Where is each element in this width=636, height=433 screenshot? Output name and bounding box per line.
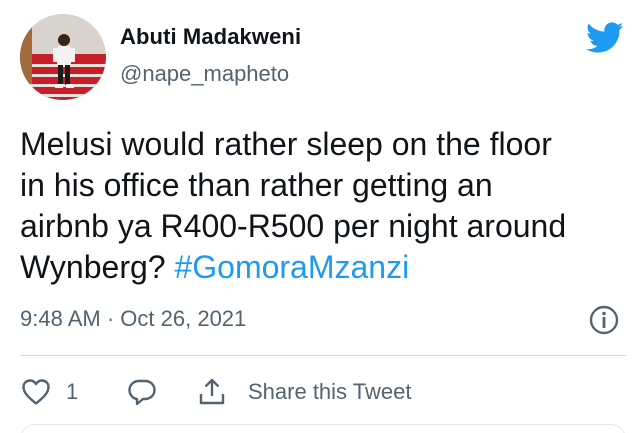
- share-icon: [196, 376, 228, 408]
- avatar[interactable]: [20, 14, 106, 100]
- tweet-text: Melusi would rather sleep on the floor i…: [20, 124, 626, 288]
- tweet-time: 9:48 AM: [20, 306, 101, 331]
- hashtag-link[interactable]: #GomoraMzanzi: [174, 249, 409, 285]
- next-card-edge: [20, 424, 626, 433]
- tweet-date: Oct 26, 2021: [120, 306, 247, 331]
- handle[interactable]: @nape_mapheto: [120, 61, 301, 87]
- twitter-bird-icon[interactable]: [586, 22, 624, 54]
- share-button[interactable]: Share this Tweet: [196, 376, 411, 408]
- like-count: 1: [66, 379, 79, 404]
- tweet-card: Abuti Madakweni @nape_mapheto Melusi wou…: [0, 0, 636, 433]
- timestamp[interactable]: 9:48 AM · Oct 26, 2021: [20, 306, 246, 332]
- display-name[interactable]: Abuti Madakweni: [120, 24, 301, 50]
- heart-icon[interactable]: [20, 376, 52, 408]
- author-block: Abuti Madakweni @nape_mapheto: [120, 24, 301, 87]
- divider: [20, 355, 626, 356]
- meta-separator: ·: [106, 306, 115, 331]
- action-bar: 1 Share this Tweet: [20, 372, 411, 412]
- reply-icon[interactable]: [126, 376, 158, 408]
- info-icon[interactable]: [588, 304, 620, 336]
- share-label: Share this Tweet: [248, 379, 412, 404]
